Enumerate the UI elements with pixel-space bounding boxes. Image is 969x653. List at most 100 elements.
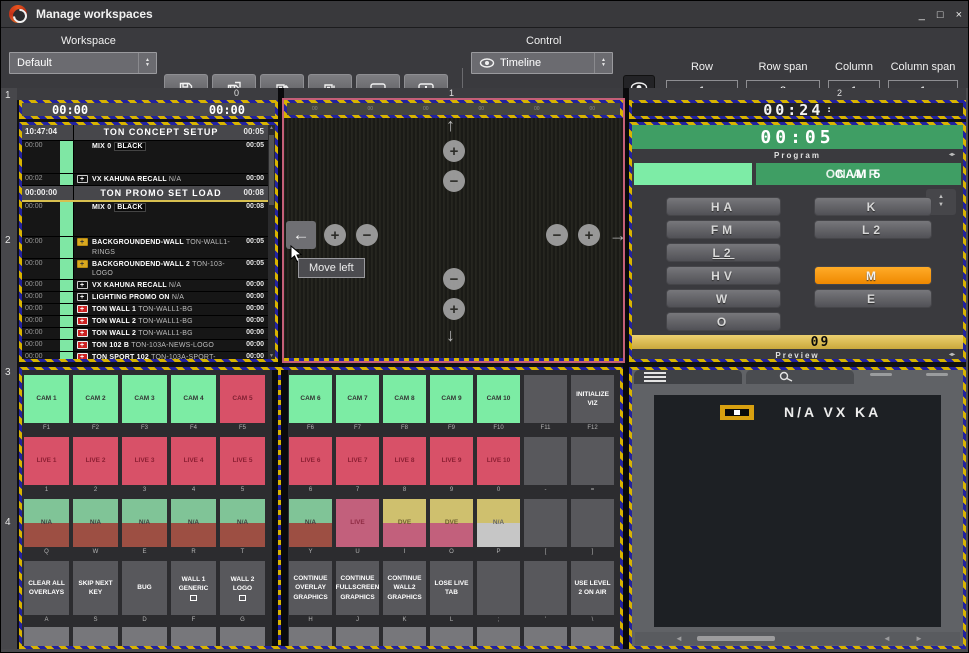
rundown-row[interactable]: 10:47:04 + TON CONCEPT SETUP 00:05 xyxy=(22,125,268,141)
shot-button-cell[interactable]: BUG D xyxy=(122,561,167,624)
rundown-row[interactable]: 00:00 + LIGHTING PROMO ON N/A 00:00 xyxy=(22,292,268,304)
shot-button-cell[interactable]: SKIP NEXT KEY S xyxy=(73,561,118,624)
shot-button[interactable]: CLEAR ALL OVERLAYS xyxy=(24,561,69,615)
shot-button[interactable]: LIVE 9 xyxy=(430,437,473,485)
shot-button-cell[interactable]: USE LEVEL 2 ON AIR \ xyxy=(571,561,614,624)
zoom-in-vertical-button[interactable]: + xyxy=(443,298,465,320)
shot-button[interactable]: CAM 7 xyxy=(336,375,379,423)
shot-button-cell[interactable]: CLEAR ALL OVERLAYS A xyxy=(24,561,69,624)
switcher-source-button[interactable]: E xyxy=(814,289,932,308)
rundown-row[interactable]: 00:02 + VX KAHUNA RECALL N/A 00:00 xyxy=(22,174,268,186)
shot-button[interactable]: INITIALIZE VIZ xyxy=(571,375,614,423)
collapse-icon[interactable]: ◂▸ xyxy=(949,351,955,358)
shot-button-cell[interactable]: CAM 7 F7 xyxy=(336,375,379,432)
preview-content[interactable]: N/A VX KA xyxy=(654,395,941,627)
timer-panel[interactable]: 00:24 : xyxy=(629,100,966,119)
shot-button-cell[interactable]: LIVE 4 4 xyxy=(171,437,216,494)
shot-button-cell[interactable]: N/A Y xyxy=(289,499,332,556)
spinner-down-icon[interactable]: ▼ xyxy=(938,202,944,210)
shot-button-cell[interactable]: CAM 9 F9 xyxy=(430,375,473,432)
shot-button-cell[interactable]: LIVE 9 9 xyxy=(430,437,473,494)
shot-button[interactable]: DVE xyxy=(383,499,426,547)
switcher-source-button[interactable]: O xyxy=(666,312,781,331)
shot-button[interactable] xyxy=(24,627,69,649)
preview-menu-tab[interactable] xyxy=(634,370,742,384)
rundown-row[interactable]: 00:00 + TON SPORT 102 TON-103A-SPORT-LOG… xyxy=(22,352,268,362)
shot-button[interactable]: WALL 2 LOGO xyxy=(220,561,265,615)
switcher-source-button[interactable]: L2 xyxy=(666,243,781,262)
shot-button[interactable]: CAM 1 xyxy=(24,375,69,423)
shot-button[interactable]: N/A xyxy=(122,499,167,547)
shot-button[interactable] xyxy=(73,627,118,649)
shot-button-cell[interactable]: N/A E xyxy=(122,499,167,556)
shot-button[interactable]: LIVE 4 xyxy=(171,437,216,485)
switcher-source-button[interactable]: K xyxy=(814,197,932,216)
preview-search-tab[interactable] xyxy=(746,370,854,384)
shot-button[interactable]: N/A xyxy=(171,499,216,547)
shot-button-cell[interactable]: CAM 3 F3 xyxy=(122,375,167,432)
shot-button[interactable]: LOSE LIVE TAB xyxy=(430,561,473,615)
shot-button-cell[interactable]: N/A T xyxy=(220,499,265,556)
shot-button-cell[interactable] xyxy=(524,627,567,649)
shot-button[interactable]: LIVE 6 xyxy=(289,437,332,485)
shot-button-cell[interactable]: LIVE 6 6 xyxy=(289,437,332,494)
preview-extra-tab-icons[interactable] xyxy=(870,373,948,376)
chevron-updown-icon[interactable]: ▲▼ xyxy=(594,53,612,73)
shot-button-cell[interactable]: LIVE 3 3 xyxy=(122,437,167,494)
shot-button-cell[interactable]: = xyxy=(571,437,614,494)
shot-button-cell[interactable]: DVE O xyxy=(430,499,473,556)
scroll-up-icon[interactable]: ▲ xyxy=(268,125,275,131)
rundown-row[interactable]: 00:00 + TON 102 B TON-103A-NEWS-LOGO 00:… xyxy=(22,340,268,352)
close-button[interactable]: × xyxy=(956,9,962,21)
shot-button[interactable] xyxy=(383,627,426,649)
shot-button[interactable]: CAM 10 xyxy=(477,375,520,423)
shot-button-cell[interactable]: CAM 5 F5 xyxy=(220,375,265,432)
pan-up-arrow-icon[interactable]: ↑ xyxy=(446,116,455,134)
shot-button-cell[interactable]: ' xyxy=(524,561,567,624)
zoom-out-horizontal-button[interactable]: − xyxy=(356,224,378,246)
shot-button[interactable]: CAM 9 xyxy=(430,375,473,423)
shot-button-cell[interactable]: CONTINUE WALL2 GRAPHICS K xyxy=(383,561,426,624)
shot-button-cell[interactable] xyxy=(220,627,265,649)
shot-button-cell[interactable]: LIVE U xyxy=(336,499,379,556)
scroll-down-icon[interactable]: ▼ xyxy=(268,353,275,359)
shot-button[interactable]: LIVE 7 xyxy=(336,437,379,485)
rundown-row[interactable]: 00:00 + MIX 0BLACK 00:08 xyxy=(22,202,268,237)
shot-button[interactable] xyxy=(122,627,167,649)
shot-button[interactable] xyxy=(220,627,265,649)
shot-button[interactable]: N/A xyxy=(289,499,332,547)
spinner-up-icon[interactable]: ▲ xyxy=(938,194,944,202)
rundown-row[interactable]: 00:00 + TON WALL 1 TON-WALL1-BG 00:00 xyxy=(22,304,268,316)
shot-button[interactable]: N/A xyxy=(24,499,69,547)
shot-button-cell[interactable] xyxy=(336,627,379,649)
shot-button-cell[interactable]: ] xyxy=(571,499,614,556)
scroll-left-icon[interactable]: ◄ xyxy=(675,634,683,643)
timeline-panel[interactable]: 000000000000 ↑ + − − + ↓ ← + − − + → Mov… xyxy=(282,98,625,363)
shot-button-cell[interactable]: LIVE 8 8 xyxy=(383,437,426,494)
shot-button[interactable]: CONTINUE OVERLAY GRAPHICS xyxy=(289,561,332,615)
shot-button[interactable]: LIVE xyxy=(336,499,379,547)
workspace-select[interactable]: Default ▲▼ xyxy=(9,52,157,74)
preview-scrollbar[interactable]: ◄ ◄ ► xyxy=(635,632,960,645)
shot-button-cell[interactable] xyxy=(73,627,118,649)
shot-button[interactable]: N/A xyxy=(477,499,520,547)
shot-button-cell[interactable]: CAM 10 F10 xyxy=(477,375,520,432)
shot-button-cell[interactable]: CAM 2 F2 xyxy=(73,375,118,432)
shot-button-cell[interactable] xyxy=(477,627,520,649)
shot-button-cell[interactable]: N/A P xyxy=(477,499,520,556)
tab-extra-icon[interactable] xyxy=(870,373,892,376)
shot-button[interactable]: CAM 5 xyxy=(220,375,265,423)
zoom-out-vertical-button[interactable]: − xyxy=(443,268,465,290)
scroll-right-icon[interactable]: ► xyxy=(915,634,923,643)
shot-button[interactable]: LIVE 8 xyxy=(383,437,426,485)
rundown-row[interactable]: 00:00 + BACKGROUNDEND-WALL 2 TON-103-LOG… xyxy=(22,259,268,280)
scrollbar-thumb[interactable] xyxy=(269,135,274,205)
shot-button-cell[interactable]: ; xyxy=(477,561,520,624)
rundown-row[interactable]: 00:00 + BACKGROUNDEND-WALL TON-WALL1-RIN… xyxy=(22,237,268,258)
zoom-out-horizontal-button[interactable]: − xyxy=(546,224,568,246)
program-bus-button[interactable]: ON AIR CAM 5 xyxy=(756,163,961,185)
shot-button-cell[interactable] xyxy=(289,627,332,649)
shot-button-cell[interactable]: CAM 1 F1 xyxy=(24,375,69,432)
shot-button-cell[interactable]: LIVE 2 2 xyxy=(73,437,118,494)
rundown-row[interactable]: 00:00 + TON WALL 2 TON-WALL1-BG 00:00 xyxy=(22,316,268,328)
